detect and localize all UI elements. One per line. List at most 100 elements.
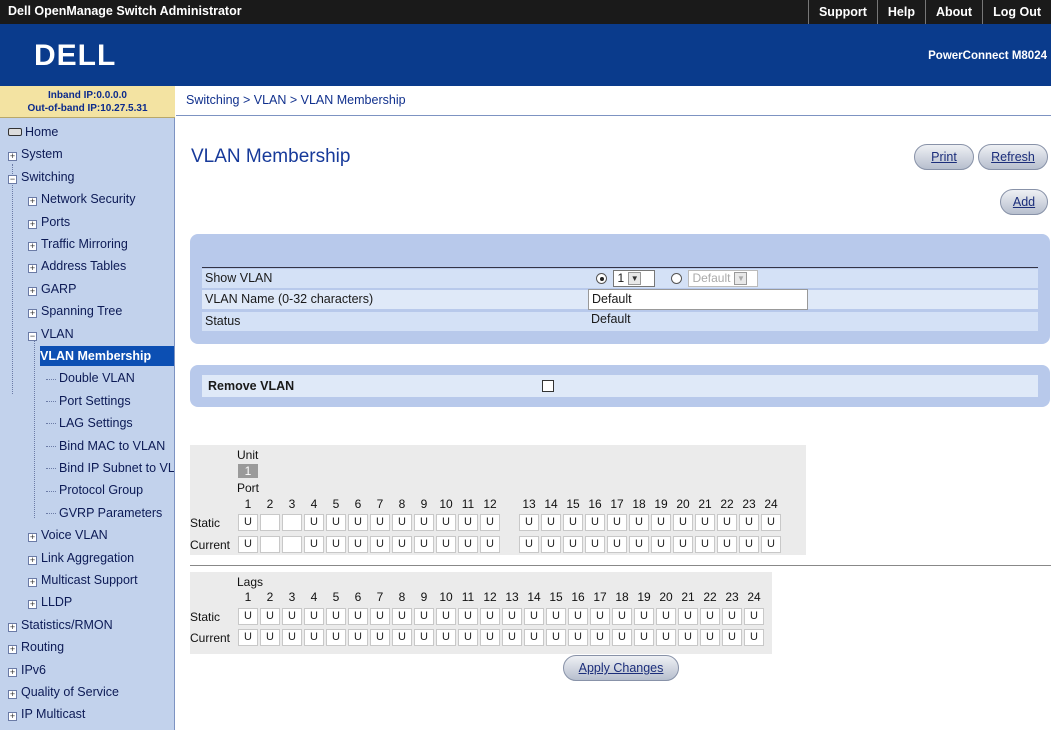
plus-icon[interactable]: +: [28, 286, 37, 296]
sidebar-item-double-vlan[interactable]: Double VLAN: [46, 368, 135, 388]
lag-static-cell[interactable]: U: [524, 608, 544, 625]
logout-link[interactable]: Log Out: [982, 0, 1051, 24]
port-current-cell[interactable]: [260, 536, 280, 553]
lag-current-cell[interactable]: U: [590, 629, 610, 646]
sidebar-item-ip-multicast[interactable]: + IP Multicast: [8, 704, 85, 724]
lag-current-cell[interactable]: U: [568, 629, 588, 646]
lag-current-cell[interactable]: U: [744, 629, 764, 646]
plus-icon[interactable]: +: [28, 219, 37, 229]
refresh-button[interactable]: Refresh: [978, 144, 1048, 170]
lag-static-cell[interactable]: U: [546, 608, 566, 625]
minus-icon[interactable]: −: [28, 331, 37, 341]
port-current-cell[interactable]: U: [304, 536, 324, 553]
port-current-cell[interactable]: U: [739, 536, 759, 553]
sidebar-item-switching[interactable]: − Switching: [8, 167, 75, 187]
port-static-cell[interactable]: U: [651, 514, 671, 531]
port-static-cell[interactable]: U: [436, 514, 456, 531]
sidebar-item-lldp[interactable]: + LLDP: [28, 592, 72, 612]
lag-static-cell[interactable]: U: [304, 608, 324, 625]
port-static-cell[interactable]: U: [695, 514, 715, 531]
port-current-cell[interactable]: U: [392, 536, 412, 553]
lag-static-cell[interactable]: U: [392, 608, 412, 625]
lag-current-cell[interactable]: U: [392, 629, 412, 646]
port-current-cell[interactable]: U: [563, 536, 583, 553]
port-current-cell[interactable]: U: [519, 536, 539, 553]
port-current-cell[interactable]: U: [238, 536, 258, 553]
port-static-cell[interactable]: U: [414, 514, 434, 531]
add-button[interactable]: Add: [1000, 189, 1048, 215]
lag-static-cell[interactable]: U: [590, 608, 610, 625]
lag-static-cell[interactable]: U: [634, 608, 654, 625]
lag-current-cell[interactable]: U: [458, 629, 478, 646]
sidebar-item-quality-of-service[interactable]: + Quality of Service: [8, 682, 119, 702]
plus-icon[interactable]: +: [28, 533, 37, 543]
lag-static-cell[interactable]: U: [238, 608, 258, 625]
lag-static-cell[interactable]: U: [282, 608, 302, 625]
sidebar-item-gvrp-parameters[interactable]: GVRP Parameters: [46, 503, 162, 523]
port-static-cell[interactable]: U: [541, 514, 561, 531]
plus-icon[interactable]: +: [8, 152, 17, 162]
sidebar-item-voice-vlan[interactable]: + Voice VLAN: [28, 525, 108, 545]
plus-icon[interactable]: +: [8, 667, 17, 677]
port-current-cell[interactable]: U: [541, 536, 561, 553]
port-static-cell[interactable]: U: [607, 514, 627, 531]
sidebar-item-vlan[interactable]: − VLAN: [28, 324, 74, 344]
port-current-cell[interactable]: U: [761, 536, 781, 553]
port-static-cell[interactable]: U: [304, 514, 324, 531]
port-static-cell[interactable]: U: [392, 514, 412, 531]
plus-icon[interactable]: +: [8, 712, 17, 722]
sidebar-item-port-settings[interactable]: Port Settings: [46, 391, 131, 411]
lag-static-cell[interactable]: U: [744, 608, 764, 625]
plus-icon[interactable]: +: [28, 309, 37, 319]
sidebar-item-vlan-membership[interactable]: VLAN Membership: [40, 346, 174, 366]
apply-changes-button[interactable]: Apply Changes: [563, 655, 679, 681]
port-current-cell[interactable]: U: [348, 536, 368, 553]
port-current-cell[interactable]: U: [480, 536, 500, 553]
lag-current-cell[interactable]: U: [722, 629, 742, 646]
lag-current-cell[interactable]: U: [678, 629, 698, 646]
lag-static-cell[interactable]: U: [656, 608, 676, 625]
port-current-cell[interactable]: U: [629, 536, 649, 553]
plus-icon[interactable]: +: [28, 197, 37, 207]
plus-icon[interactable]: +: [8, 690, 17, 699]
lag-current-cell[interactable]: U: [282, 629, 302, 646]
port-static-cell[interactable]: U: [629, 514, 649, 531]
port-static-cell[interactable]: U: [458, 514, 478, 531]
port-current-cell[interactable]: U: [673, 536, 693, 553]
plus-icon[interactable]: +: [8, 622, 17, 632]
lag-static-cell[interactable]: U: [348, 608, 368, 625]
port-static-cell[interactable]: U: [480, 514, 500, 531]
sidebar-item-ports[interactable]: + Ports: [28, 212, 70, 232]
plus-icon[interactable]: +: [28, 242, 37, 251]
breadcrumb-text[interactable]: Switching > VLAN > VLAN Membership: [186, 93, 406, 107]
lag-current-cell[interactable]: U: [414, 629, 434, 646]
vlan-id-radio[interactable]: [596, 273, 607, 285]
sidebar-item-bind-mac-to-vlan[interactable]: Bind MAC to VLAN: [46, 436, 165, 456]
port-current-cell[interactable]: U: [717, 536, 737, 553]
port-current-cell[interactable]: [282, 536, 302, 553]
lag-current-cell[interactable]: U: [348, 629, 368, 646]
vlan-name-radio[interactable]: [670, 273, 682, 285]
sidebar-item-link-aggregation[interactable]: + Link Aggregation: [28, 548, 134, 568]
support-link[interactable]: Support: [807, 0, 877, 24]
lag-current-cell[interactable]: U: [612, 629, 632, 646]
sidebar-item-multicast-support[interactable]: + Multicast Support: [28, 570, 138, 590]
lag-static-cell[interactable]: U: [480, 608, 500, 625]
lag-current-cell[interactable]: U: [634, 629, 654, 646]
port-static-cell[interactable]: U: [585, 514, 605, 531]
sidebar-item-statistics-rmon[interactable]: + Statistics/RMON: [8, 615, 113, 635]
sidebar-item-routing[interactable]: + Routing: [8, 637, 64, 657]
lag-current-cell[interactable]: U: [370, 629, 390, 646]
port-static-cell[interactable]: U: [238, 514, 258, 531]
lag-current-cell[interactable]: U: [502, 629, 522, 646]
sidebar-item-system[interactable]: + System: [8, 144, 63, 164]
port-static-cell[interactable]: U: [673, 514, 693, 531]
port-static-cell[interactable]: U: [563, 514, 583, 531]
port-current-cell[interactable]: U: [458, 536, 478, 553]
lag-static-cell[interactable]: U: [414, 608, 434, 625]
port-static-cell[interactable]: U: [761, 514, 781, 531]
plus-icon[interactable]: +: [28, 600, 37, 610]
lag-static-cell[interactable]: U: [502, 608, 522, 625]
sidebar-item-bind-ip-subnet-to-vlan[interactable]: Bind IP Subnet to VLAN: [46, 458, 174, 478]
plus-icon[interactable]: +: [28, 578, 37, 587]
